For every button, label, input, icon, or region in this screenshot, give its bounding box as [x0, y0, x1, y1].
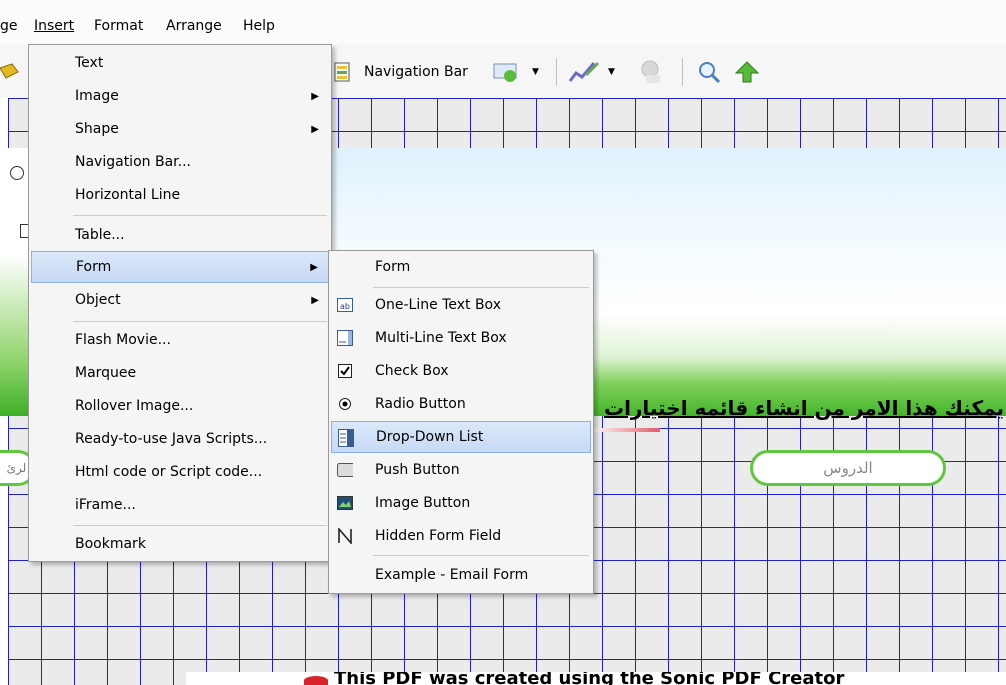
menu-separator — [373, 555, 589, 556]
chevron-down-icon[interactable]: ▼ — [532, 67, 539, 77]
submenu-arrow-icon: ▶ — [311, 123, 319, 135]
submenu-item-radio-button[interactable]: Radio Button — [331, 388, 591, 420]
submenu-item-form[interactable]: Form — [331, 251, 591, 283]
arrow-up-icon — [734, 61, 760, 83]
toolbar-partial-icon[interactable] — [0, 52, 20, 92]
lessons-pill-button[interactable]: الدروس — [750, 450, 946, 486]
navigation-bar-label: Navigation Bar — [364, 64, 468, 80]
menu-separator — [373, 287, 589, 288]
menu-item-text[interactable]: Text — [31, 47, 329, 79]
menu-item-java-scripts[interactable]: Ready-to-use Java Scripts... — [31, 423, 329, 455]
widget-icon — [493, 63, 517, 82]
submenu-item-one-line-text-box[interactable]: ab One-Line Text Box — [331, 289, 591, 321]
radio-icon — [337, 396, 353, 412]
menu-item-object[interactable]: Object ▶ — [31, 284, 329, 316]
pdf-watermark-text: This PDF was created using the Sonic PDF… — [334, 672, 845, 685]
submenu-item-drop-down-list[interactable]: Drop-Down List — [331, 421, 591, 453]
menu-item-form[interactable]: Form ▶ — [31, 251, 329, 283]
menu-help[interactable]: Help — [243, 18, 275, 34]
menu-format[interactable]: Format — [94, 18, 143, 34]
menu-item-shape[interactable]: Shape ▶ — [31, 113, 329, 145]
checkbox-icon — [337, 363, 353, 379]
people-icon — [641, 60, 660, 83]
chevron-down-icon[interactable]: ▼ — [608, 67, 615, 77]
menu-insert[interactable]: Insert — [34, 18, 74, 34]
textarea-icon — [337, 330, 353, 346]
submenu-item-image-button[interactable]: Image Button — [331, 487, 591, 519]
menu-separator — [73, 215, 327, 216]
insert-menu: Text Image ▶ Shape ▶ Navigation Bar... H… — [28, 44, 332, 562]
move-up-button[interactable] — [734, 52, 760, 92]
canvas-arabic-caption[interactable]: يمكنك هذا الامر من انشاء قائمه اختيارات — [604, 396, 1004, 420]
hidden-field-icon — [337, 528, 353, 544]
submenu-arrow-icon: ▶ — [310, 261, 318, 273]
menu-item-image[interactable]: Image ▶ — [31, 80, 329, 112]
submenu-item-push-button[interactable]: Push Button — [331, 454, 591, 486]
pdf-creator-logo-icon — [304, 676, 328, 685]
radio-button-stub[interactable] — [10, 166, 24, 180]
menu-item-flash-movie[interactable]: Flash Movie... — [31, 324, 329, 356]
menu-separator — [73, 321, 327, 322]
submenu-arrow-icon: ▶ — [311, 90, 319, 102]
image-button-icon — [337, 495, 353, 511]
submenu-item-check-box[interactable]: Check Box — [331, 355, 591, 387]
menu-item-navigation-bar[interactable]: Navigation Bar... — [31, 146, 329, 178]
pdf-watermark: This PDF was created using the Sonic PDF… — [186, 672, 1006, 685]
disabled-tool-button — [636, 52, 666, 92]
menu-item-rollover-image[interactable]: Rollover Image... — [31, 390, 329, 422]
menubar: ge Insert Format Arrange Help — [0, 0, 1006, 44]
navigation-bar-icon — [334, 62, 350, 82]
insert-widget-button[interactable]: ▼ — [492, 52, 539, 92]
submenu-arrow-icon: ▶ — [311, 294, 319, 306]
push-button-icon — [337, 462, 353, 478]
submenu-item-email-form-example[interactable]: Example - Email Form — [331, 559, 591, 591]
menu-item-html-code[interactable]: Html code or Script code... — [31, 456, 329, 488]
svg-text:ab: ab — [340, 302, 350, 311]
magnifier-icon — [699, 62, 721, 84]
submenu-item-multi-line-text-box[interactable]: Multi-Line Text Box — [331, 322, 591, 354]
menu-separator — [73, 525, 327, 526]
submenu-item-hidden-form-field[interactable]: Hidden Form Field — [331, 520, 591, 552]
zoom-button[interactable] — [696, 52, 722, 92]
textbox-icon: ab — [337, 297, 353, 313]
menu-item-bookmark[interactable]: Bookmark — [31, 528, 329, 560]
menu-arrange[interactable]: Arrange — [166, 18, 222, 34]
menu-item-table[interactable]: Table... — [31, 219, 329, 251]
menu-item-horizontal-line[interactable]: Horizontal Line — [31, 179, 329, 211]
pencil-chart-icon — [568, 61, 600, 82]
red-arrow-decoration — [590, 428, 660, 432]
menu-item-marquee[interactable]: Marquee — [31, 357, 329, 389]
navigation-bar-button[interactable]: Navigation Bar — [332, 52, 468, 92]
menu-item-iframe[interactable]: iFrame... — [31, 489, 329, 521]
dropdown-icon — [338, 429, 354, 447]
menu-page-partial[interactable]: ge — [0, 18, 18, 34]
draw-tool-button[interactable]: ▼ — [568, 52, 615, 92]
form-submenu: Form ab One-Line Text Box Multi-Line Tex… — [328, 250, 594, 594]
